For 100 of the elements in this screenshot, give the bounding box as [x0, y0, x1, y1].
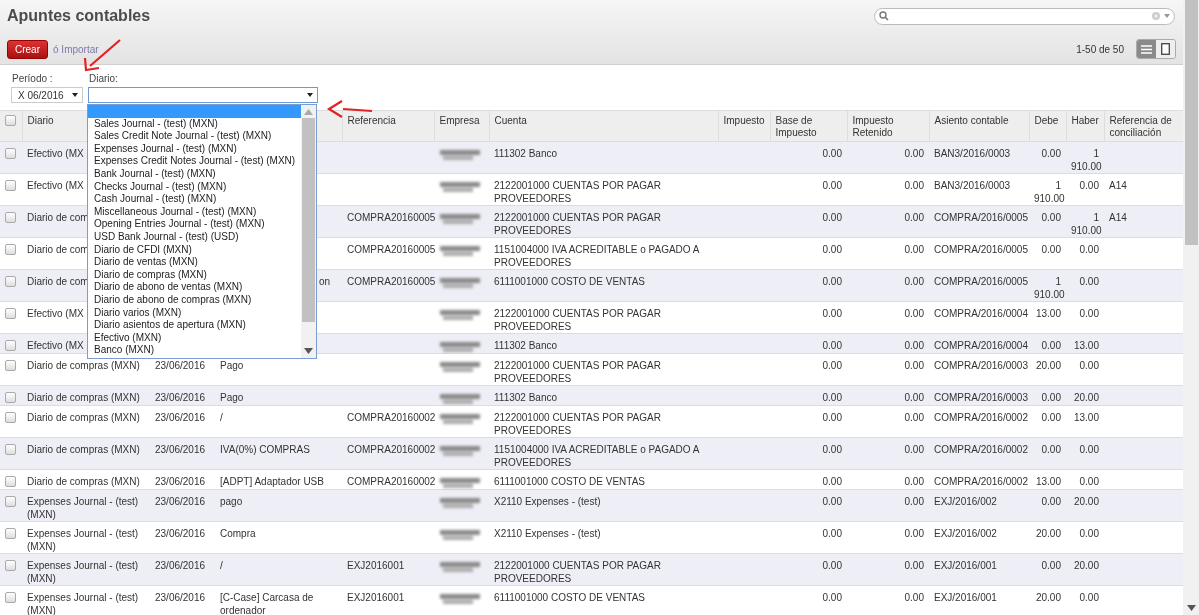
table-cell: IVA(0%) COMPRAS — [215, 437, 342, 470]
table-cell: 23/06/2016 — [150, 385, 215, 406]
table-cell: 0.00 — [770, 301, 847, 334]
table-cell: 0.00 — [847, 469, 929, 490]
journal-label: Diario: — [88, 73, 119, 84]
table-cell: [ADPT] Adaptador USB — [215, 469, 342, 490]
table-cell: 0.00 — [770, 553, 847, 586]
table-cell: 0.00 — [847, 405, 929, 438]
table-cell: BAN3/2016/0003 — [929, 141, 1029, 174]
row-checkbox[interactable] — [5, 148, 16, 159]
period-label: Período : — [11, 73, 54, 84]
table-cell: 0.00 — [847, 269, 929, 302]
table-cell: Pago — [215, 385, 342, 406]
table-cell: 1 910.00 — [1029, 173, 1066, 206]
select-all-checkbox[interactable] — [5, 115, 16, 126]
table-cell: 111302 Banco — [489, 333, 718, 354]
table-cell: EXJ2016001 — [342, 553, 434, 586]
table-cell: 0.00 — [770, 173, 847, 206]
period-select[interactable]: X 06/2016 — [11, 87, 83, 103]
caret-icon — [307, 93, 313, 97]
row-checkbox[interactable] — [5, 360, 16, 371]
table-cell: 0.00 — [1066, 173, 1104, 206]
row-checkbox[interactable] — [5, 476, 16, 487]
dropdown-option[interactable]: Sales Credit Note Journal - (test) (MXN) — [88, 130, 301, 143]
table-cell: BAN3/2016/0003 — [929, 173, 1029, 206]
table-cell: 0.00 — [847, 585, 929, 615]
row-checkbox[interactable] — [5, 244, 16, 255]
table-cell: 23/06/2016 — [150, 437, 215, 470]
table-cell: 0.00 — [1029, 385, 1066, 406]
row-checkbox[interactable] — [5, 444, 16, 455]
table-cell: 0.00 — [847, 237, 929, 270]
table-cell: 0.00 — [847, 333, 929, 354]
table-cell: Expenses Journal - (test) (MXN) — [22, 585, 150, 615]
table-cell: 0.00 — [1066, 585, 1104, 615]
table-cell: 0.00 — [770, 353, 847, 386]
table-cell: 2122001000 CUENTAS POR PAGAR PROVEEDORES — [489, 405, 718, 438]
table-cell: 6111001000 COSTO DE VENTAS — [489, 269, 718, 302]
table-cell: 2122001000 CUENTAS POR PAGAR PROVEEDORES — [489, 173, 718, 206]
clear-icon[interactable] — [1152, 12, 1160, 20]
table-cell: 23/06/2016 — [150, 405, 215, 438]
row-checkbox[interactable] — [5, 392, 16, 403]
table-cell: 23/06/2016 — [150, 585, 215, 615]
table-cell: 0.00 — [1066, 437, 1104, 470]
table-cell: COMPRA/2016/0003 — [929, 353, 1029, 386]
table-cell: 0.00 — [770, 141, 847, 174]
table-cell: X2110 Expenses - (test) — [489, 489, 718, 522]
scroll-down-icon[interactable] — [304, 348, 313, 354]
search-field[interactable] — [874, 7, 1175, 25]
table-cell: 2122001000 CUENTAS POR PAGAR PROVEEDORES — [489, 353, 718, 386]
table-cell: Diario de compras (MXN) — [22, 385, 150, 406]
table-cell: 20.00 — [1029, 585, 1066, 615]
row-checkbox[interactable] — [5, 212, 16, 223]
table-cell: 23/06/2016 — [150, 489, 215, 522]
table-cell: pago — [215, 489, 342, 522]
table-cell: COMPRA/2016/0002 — [929, 469, 1029, 490]
table-cell: 20.00 — [1066, 385, 1104, 406]
list-icon — [1141, 44, 1152, 54]
caret-icon[interactable] — [1164, 14, 1170, 18]
table-cell: 0.00 — [770, 237, 847, 270]
table-cell: 1151004000 IVA ACREDITABLE o PAGADO A PROVEEDORES — [489, 437, 718, 470]
dropdown-option[interactable]: Sales Journal - (test) (MXN) — [88, 117, 301, 131]
table-cell: 0.00 — [1029, 237, 1066, 270]
table-cell: COMPRA/2016/0005 — [929, 237, 1029, 270]
table-cell: 0.00 — [847, 301, 929, 334]
row-checkbox[interactable] — [5, 496, 16, 507]
row-checkbox[interactable] — [5, 592, 16, 603]
table-cell: 2122001000 CUENTAS POR PAGAR PROVEEDORES — [489, 205, 718, 238]
row-checkbox[interactable] — [5, 180, 16, 191]
table-cell: 0.00 — [1029, 141, 1066, 174]
table-cell: COMPRA20160002 — [342, 469, 434, 490]
table-cell: EXJ2016001 — [342, 585, 434, 615]
journal-dropdown-list[interactable] — [87, 104, 317, 359]
create-button[interactable]: Crear — [7, 39, 48, 59]
table-cell: A14 — [1104, 205, 1183, 238]
scroll-down-icon[interactable] — [1186, 605, 1196, 611]
table-cell: COMPRA20160005 — [342, 237, 434, 270]
table-cell: 20.00 — [1066, 553, 1104, 586]
table-cell: 20.00 — [1029, 353, 1066, 386]
table-cell: 0.00 — [770, 521, 847, 554]
page-scrollbar[interactable] — [1183, 0, 1199, 615]
row-checkbox[interactable] — [5, 560, 16, 571]
page-icon — [1161, 43, 1170, 55]
table-cell: COMPRA/2016/0004 — [929, 301, 1029, 334]
table-cell: 2122001000 CUENTAS POR PAGAR PROVEEDORES — [489, 301, 718, 334]
row-checkbox[interactable] — [5, 412, 16, 423]
row-checkbox[interactable] — [5, 340, 16, 351]
table-cell: 6111001000 COSTO DE VENTAS — [489, 469, 718, 490]
table-cell: Expenses Journal - (test) (MXN) — [22, 521, 150, 554]
scroll-thumb[interactable] — [302, 118, 315, 322]
table-cell: / — [215, 405, 342, 438]
table-cell: Diario de compras (MXN) — [22, 437, 150, 470]
table-cell: 0.00 — [770, 333, 847, 354]
scroll-up-icon[interactable] — [304, 109, 313, 115]
row-checkbox[interactable] — [5, 276, 16, 287]
table-cell: [C-Case] Carcasa de ordenador — [215, 585, 342, 615]
row-checkbox[interactable] — [5, 528, 16, 539]
table-cell: 13.00 — [1066, 333, 1104, 354]
table-cell: COMPRA/2016/0002 — [929, 437, 1029, 470]
form-view-button[interactable] — [1156, 40, 1175, 58]
row-checkbox[interactable] — [5, 308, 16, 319]
